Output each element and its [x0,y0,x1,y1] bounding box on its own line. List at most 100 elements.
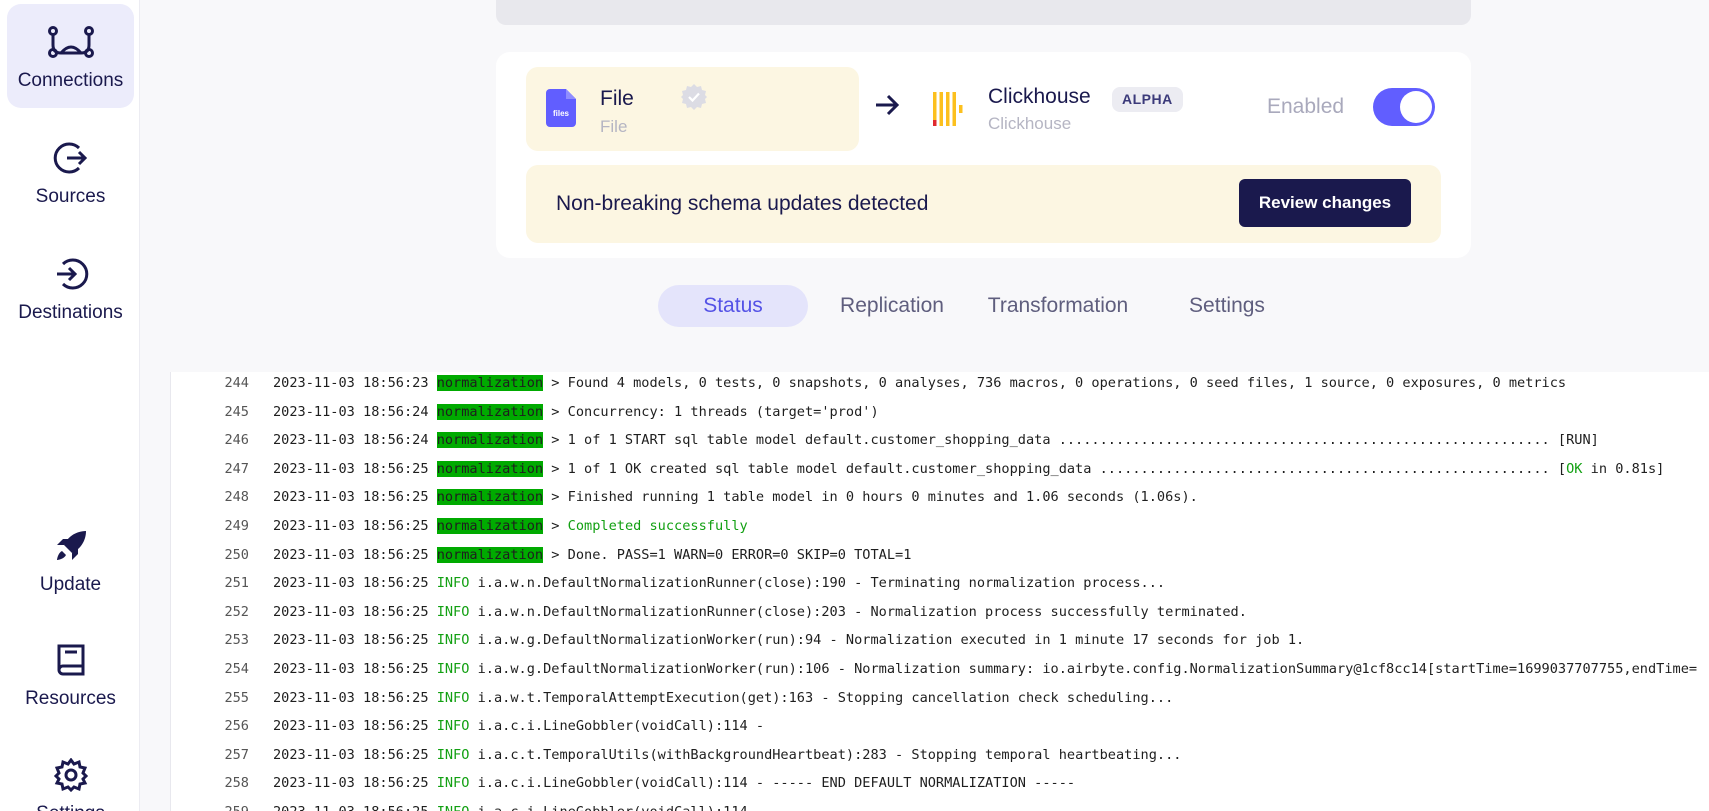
log-tag: normalization [436,432,544,449]
log-message: i.a.c.i.LineGobbler(voidCall):114 - ----… [469,775,1076,792]
sidebar-item-connections[interactable]: Connections [7,4,134,108]
log-level: INFO [436,689,470,706]
log-timestamp: 2023-11-03 18:56:24 [273,403,429,420]
sidebar-item-sources[interactable]: Sources [7,120,134,224]
sidebar-item-label: Destinations [18,302,123,323]
log-line-number: 255 [224,689,249,706]
schema-update-notice: Non-breaking schema updates detected Rev… [526,165,1441,243]
log-line-number: 244 [224,375,249,391]
log-tag: normalization [436,460,544,477]
arrow-right-icon [874,94,900,121]
log-tag: normalization [436,375,544,391]
log-line: 244 2023-11-03 18:56:23 normalization > F… [171,372,1566,400]
log-timestamp: 2023-11-03 18:56:25 [273,746,429,763]
tab-transformation[interactable]: Transformation [978,285,1138,327]
log-level: INFO [437,804,470,811]
gear-icon [46,753,96,797]
log-line: 254 2023-11-03 18:56:25 INFO i.a.w.g.Defa… [171,658,1697,686]
log-line-number: 258 [224,775,249,792]
log-level: INFO [436,718,470,735]
log-timestamp: 2023-11-03 18:56:25 [273,775,429,792]
log-success-text: OK [1566,460,1583,477]
log-line: 257 2023-11-03 18:56:25 INFO i.a.c.t.Temp… [171,744,1181,772]
log-level: INFO [436,575,470,592]
log-line: 247 2023-11-03 18:56:25 normalization > 1… [171,458,1664,486]
log-message: i.a.w.n.DefaultNormalizationRunner(close… [469,603,1247,620]
log-line: 252 2023-11-03 18:56:25 INFO i.a.w.n.Defa… [171,601,1247,629]
file-icon: files [546,89,576,132]
release-stage-badge: ALPHA [1112,87,1183,112]
log-line-number: 257 [224,746,249,763]
tab-status[interactable]: Status [658,285,808,327]
log-line: 245 2023-11-03 18:56:24 normalization > C… [171,401,879,429]
sources-icon [46,136,96,180]
log-timestamp: 2023-11-03 18:56:25 [273,661,429,677]
log-level: INFO [436,603,470,620]
sidebar-item-label: Update [39,574,102,595]
log-timestamp: 2023-11-03 18:56:25 [273,518,429,534]
log-viewer[interactable]: 244 2023-11-03 18:56:23 normalization > F… [170,372,1709,811]
log-timestamp: 2023-11-03 18:56:25 [273,460,429,477]
log-tag: normalization [436,403,544,420]
log-message: > [543,518,568,534]
log-message: > Concurrency: 1 threads (target='prod') [543,403,879,420]
log-line: 249 2023-11-03 18:56:25 normalization > C… [171,515,748,543]
log-success-text: Completed successfully [567,518,748,534]
log-line-number: 249 [224,518,249,534]
log-line: 255 2023-11-03 18:56:25 INFO i.a.w.t.Temp… [171,687,1173,715]
log-line: 258 2023-11-03 18:56:25 INFO i.a.c.i.Line… [171,772,1075,800]
log-message-tail: in 0.81s] [1582,460,1665,477]
enabled-label: Enabled [1267,95,1345,118]
sidebar-item-destinations[interactable]: Destinations [7,236,134,340]
log-message: > 1 of 1 START sql table model default.c… [543,432,1599,449]
source-subtitle: File [600,117,628,136]
source-name: File [600,87,634,110]
log-message: i.a.c.i.LineGobbler(voidCall):114 - [469,804,764,811]
log-message: > Finished running 1 table model in 0 ho… [543,489,1198,506]
log-message: i.a.w.t.TemporalAttemptExecution(get):16… [469,689,1174,706]
log-tag: normalization [436,518,544,534]
log-message: i.a.c.i.LineGobbler(voidCall):114 - [469,718,765,735]
review-changes-button[interactable]: Review changes [1239,179,1411,227]
log-level: INFO [436,632,470,649]
log-timestamp: 2023-11-03 18:56:23 [273,375,429,391]
sidebar: Connections Sources Destinations Update … [0,0,140,811]
log-level: INFO [436,661,470,677]
enabled-toggle[interactable] [1373,88,1435,126]
log-line-number: 245 [224,403,249,420]
log-message: i.a.w.g.DefaultNormalizationWorker(run):… [469,661,1698,677]
log-line-number: 251 [224,575,249,592]
log-line-number: 250 [224,546,249,563]
tab-replication[interactable]: Replication [822,285,962,327]
log-timestamp: 2023-11-03 18:56:24 [273,432,429,449]
connection-card: files File File Clickhouse ALPHA Clickho… [496,52,1471,258]
sidebar-item-update[interactable]: Update [7,508,134,612]
connections-icon [46,20,96,64]
log-message: > Found 4 models, 0 tests, 0 snapshots, … [543,375,1567,391]
log-timestamp: 2023-11-03 18:56:25 [273,718,429,735]
toggle-knob [1400,91,1432,123]
log-message: i.a.c.t.TemporalUtils(withBackgroundHear… [469,746,1182,763]
sidebar-item-resources[interactable]: Resources [7,622,134,726]
log-timestamp: 2023-11-03 18:56:25 [273,575,429,592]
tab-settings[interactable]: Settings [1182,285,1272,327]
log-tag: normalization [436,489,544,506]
log-message: i.a.w.g.DefaultNormalizationWorker(run):… [469,632,1305,649]
source-box[interactable]: files File File [526,67,859,151]
destinations-icon [46,252,96,296]
sidebar-item-label: Sources [35,186,106,207]
clickhouse-icon [931,92,967,131]
log-line: 253 2023-11-03 18:56:25 INFO i.a.w.g.Defa… [171,629,1304,657]
destination-subtitle: Clickhouse [988,114,1072,133]
log-timestamp: 2023-11-03 18:56:25 [273,546,429,563]
log-timestamp: 2023-11-03 18:56:25 [273,632,429,649]
verified-icon [680,83,708,116]
log-line: 251 2023-11-03 18:56:25 INFO i.a.w.n.Defa… [171,572,1165,600]
sidebar-item-settings[interactable]: Settings [7,737,134,811]
destination-name: Clickhouse [988,85,1091,108]
log-line-number: 259 [171,801,249,811]
log-timestamp: 2023-11-03 18:56:25 [273,489,429,506]
log-level: INFO [436,775,470,792]
notice-text: Non-breaking schema updates detected [556,192,929,215]
previous-card [496,0,1471,25]
